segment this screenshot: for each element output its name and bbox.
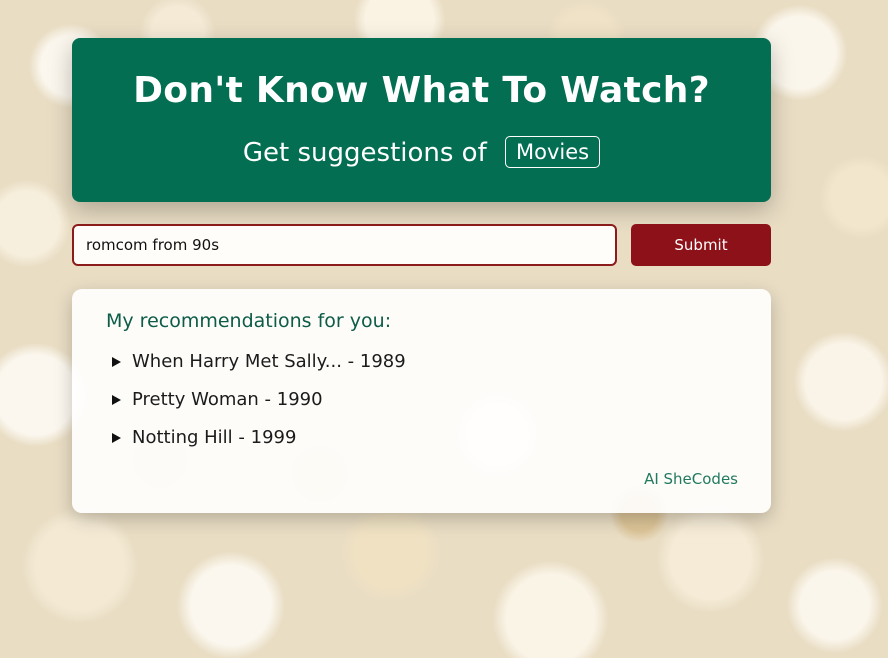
triangle-right-icon [112, 433, 121, 443]
list-item[interactable]: When Harry Met Sally... - 1989 [112, 351, 406, 389]
search-form: Submit [72, 224, 771, 266]
search-input[interactable] [72, 224, 617, 266]
list-item-label: Notting Hill - 1999 [132, 427, 297, 448]
subtitle-text: Get suggestions of [242, 138, 487, 168]
credit-link[interactable]: AI SheCodes [644, 470, 738, 488]
list-item[interactable]: Pretty Woman - 1990 [112, 389, 406, 427]
recommendations-card: My recommendations for you: When Harry M… [72, 289, 771, 513]
list-item[interactable]: Notting Hill - 1999 [112, 427, 406, 465]
triangle-right-icon [112, 357, 121, 367]
list-item-label: Pretty Woman - 1990 [132, 389, 323, 410]
submit-button[interactable]: Submit [631, 224, 771, 266]
list-item-label: When Harry Met Sally... - 1989 [132, 351, 406, 372]
recommendations-list: When Harry Met Sally... - 1989 Pretty Wo… [112, 351, 406, 465]
subtitle: Get suggestions of Movies [72, 136, 771, 168]
page-title: Don't Know What To Watch? [133, 70, 710, 111]
header-card: Don't Know What To Watch? Get suggestion… [72, 38, 771, 202]
triangle-right-icon [112, 395, 121, 405]
recommendations-heading: My recommendations for you: [106, 310, 392, 332]
category-tag: Movies [505, 136, 601, 168]
